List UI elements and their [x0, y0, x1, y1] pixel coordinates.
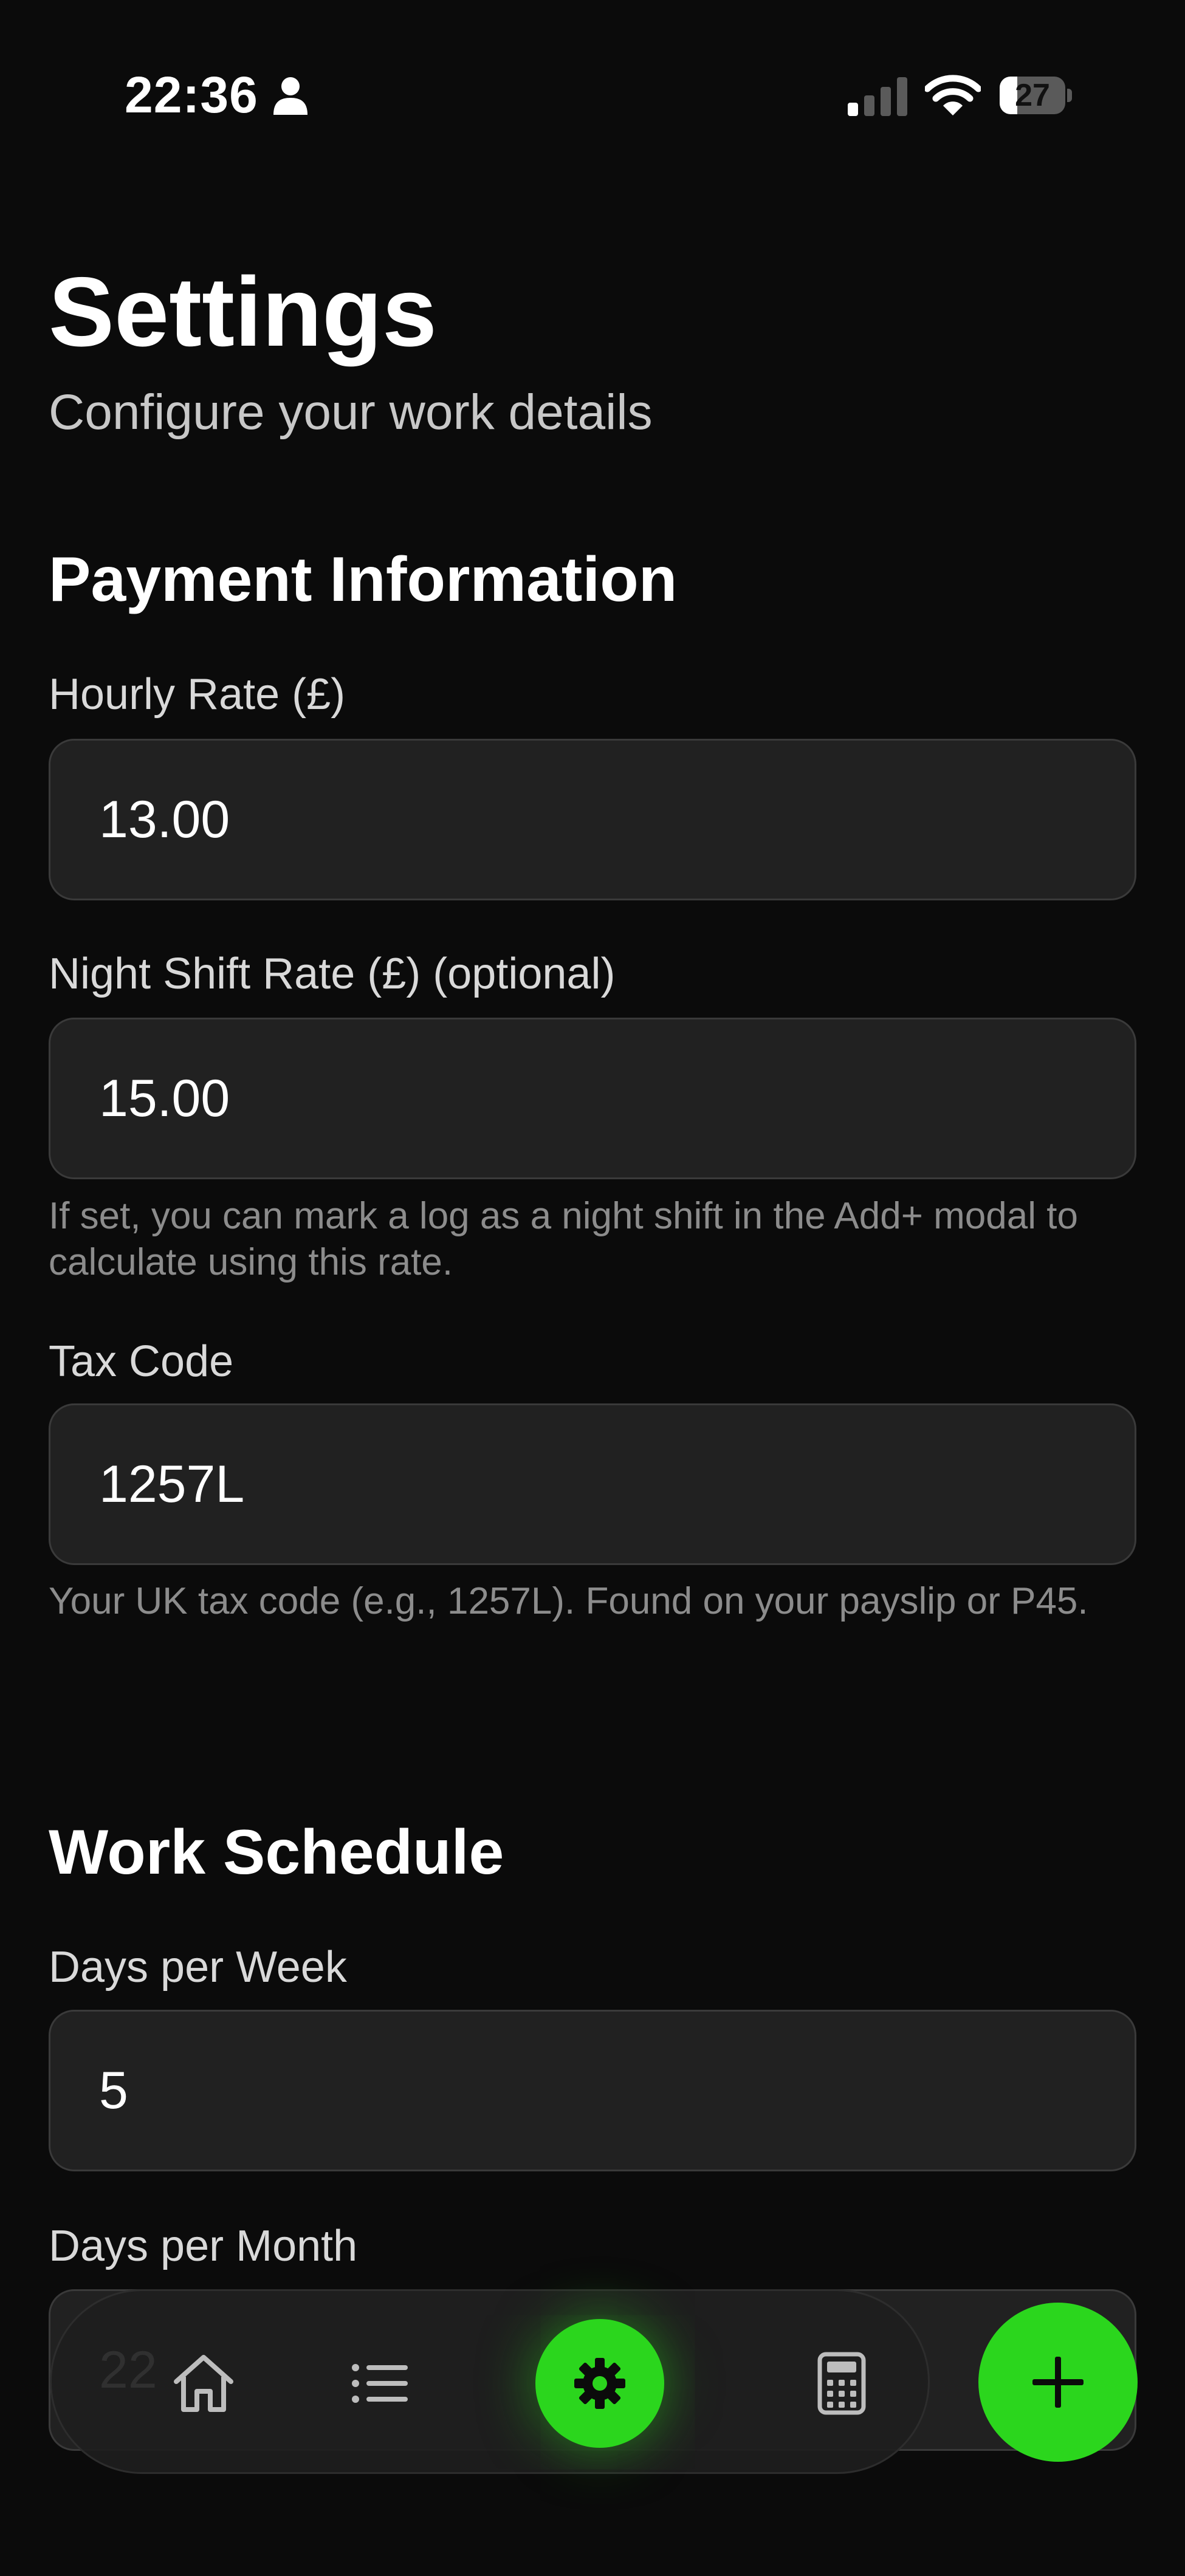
section-title-schedule: Work Schedule — [49, 1817, 504, 1888]
tax-code-label: Tax Code — [49, 1337, 234, 1386]
status-time: 22:36 — [125, 66, 258, 123]
nav-active-indicator — [535, 2319, 664, 2448]
battery-level-text: 27 — [1015, 78, 1050, 113]
nav-list[interactable] — [313, 2291, 447, 2476]
days-per-month-label: Days per Month — [49, 2222, 358, 2270]
tax-code-help: Your UK tax code (e.g., 1257L). Found on… — [49, 1580, 1088, 1622]
night-rate-label: Night Shift Rate (£) (optional) — [49, 950, 616, 998]
add-button[interactable] — [978, 2303, 1138, 2462]
status-bar: 22:36 27 — [0, 0, 1185, 194]
list-icon — [352, 2364, 408, 2403]
bottom-nav — [50, 2289, 930, 2474]
gear-icon — [574, 2358, 625, 2409]
nav-settings[interactable] — [533, 2291, 667, 2476]
days-per-week-input[interactable] — [49, 2010, 1136, 2171]
person-icon — [273, 77, 307, 115]
signal-icon — [848, 77, 907, 116]
night-rate-help: If set, you can mark a log as a night sh… — [49, 1195, 1078, 1283]
section-title-payment: Payment Information — [49, 544, 678, 615]
calculator-icon — [817, 2352, 866, 2415]
page-title: Settings — [49, 257, 438, 367]
page-subtitle: Configure your work details — [49, 385, 653, 440]
days-per-week-label: Days per Week — [49, 1943, 347, 1992]
tax-code-input[interactable] — [49, 1403, 1136, 1565]
wifi-icon — [925, 75, 981, 115]
night-rate-input[interactable] — [49, 1018, 1136, 1179]
nav-calculator[interactable] — [775, 2291, 908, 2476]
plus-icon — [1032, 2357, 1084, 2408]
battery-icon: 27 — [1000, 77, 1072, 114]
hourly-rate-label: Hourly Rate (£) — [49, 670, 346, 719]
home-icon — [174, 2355, 233, 2412]
hourly-rate-input[interactable] — [49, 739, 1136, 900]
nav-home[interactable] — [137, 2291, 270, 2476]
